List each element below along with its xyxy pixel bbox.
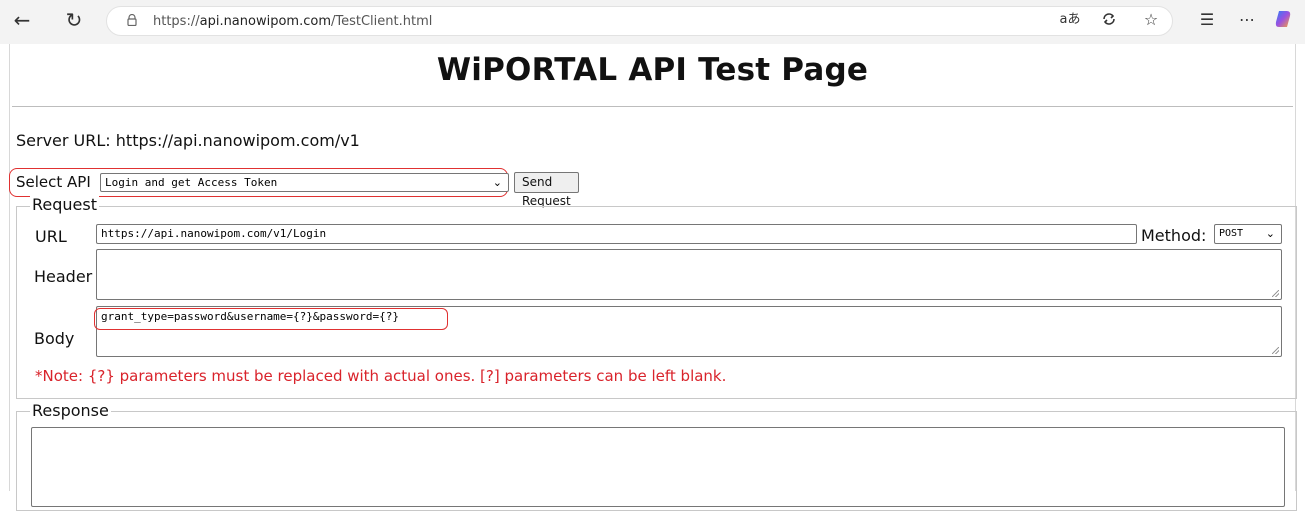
header-label: Header: [34, 267, 93, 286]
response-textarea[interactable]: [31, 427, 1285, 507]
read-aloud-icon[interactable]: aあ: [1057, 10, 1083, 30]
page-title: WiPORTAL API Test Page: [436, 52, 869, 88]
url-input[interactable]: https://api.nanowipom.com/v1/Login: [96, 224, 1137, 244]
page-content: WiPORTAL API Test Page Server URL: https…: [0, 44, 1305, 511]
select-api-label: Select API: [16, 173, 91, 191]
select-api-value: Login and get Access Token: [105, 176, 278, 189]
send-request-button[interactable]: Send Request: [514, 172, 579, 208]
response-legend: Response: [30, 401, 111, 420]
note-text: *Note: {?} parameters must be replaced w…: [35, 367, 727, 385]
more-menu-icon[interactable]: ⋯: [1236, 10, 1258, 30]
favorites-list-icon[interactable]: ☰: [1196, 10, 1218, 30]
page-left-border: [9, 44, 10, 491]
request-legend: Request: [30, 195, 99, 214]
copilot-icon[interactable]: [1270, 8, 1296, 35]
body-label: Body: [34, 329, 75, 348]
refresh-icon[interactable]: ↻: [62, 8, 86, 32]
browser-toolbar: ← ↻ https://api.nanowipom.com/TestClient…: [0, 0, 1305, 44]
method-label: Method:: [1141, 226, 1207, 245]
server-url-text: Server URL: https://api.nanowipom.com/v1: [16, 131, 360, 150]
lock-icon: [127, 14, 137, 26]
chevron-down-icon: ⌄: [492, 176, 502, 189]
title-divider: [12, 106, 1293, 107]
resize-grip-icon[interactable]: [1272, 290, 1279, 297]
address-url: https://api.nanowipom.com/TestClient.htm…: [153, 14, 433, 29]
method-select[interactable]: POST ⌄: [1214, 224, 1282, 244]
body-highlight: [94, 308, 448, 330]
favorite-star-icon[interactable]: ☆: [1140, 10, 1162, 30]
select-api-dropdown[interactable]: Login and get Access Token ⌄: [100, 173, 509, 192]
browser-essentials-icon[interactable]: [1098, 10, 1120, 33]
resize-grip-icon[interactable]: [1272, 347, 1279, 354]
back-arrow-icon[interactable]: ←: [10, 8, 34, 32]
header-textarea[interactable]: [96, 249, 1282, 300]
address-bar[interactable]: https://api.nanowipom.com/TestClient.htm…: [106, 6, 1173, 36]
method-value: POST: [1219, 228, 1244, 239]
url-label: URL: [35, 227, 67, 246]
chevron-down-icon: ⌄: [1265, 227, 1275, 240]
